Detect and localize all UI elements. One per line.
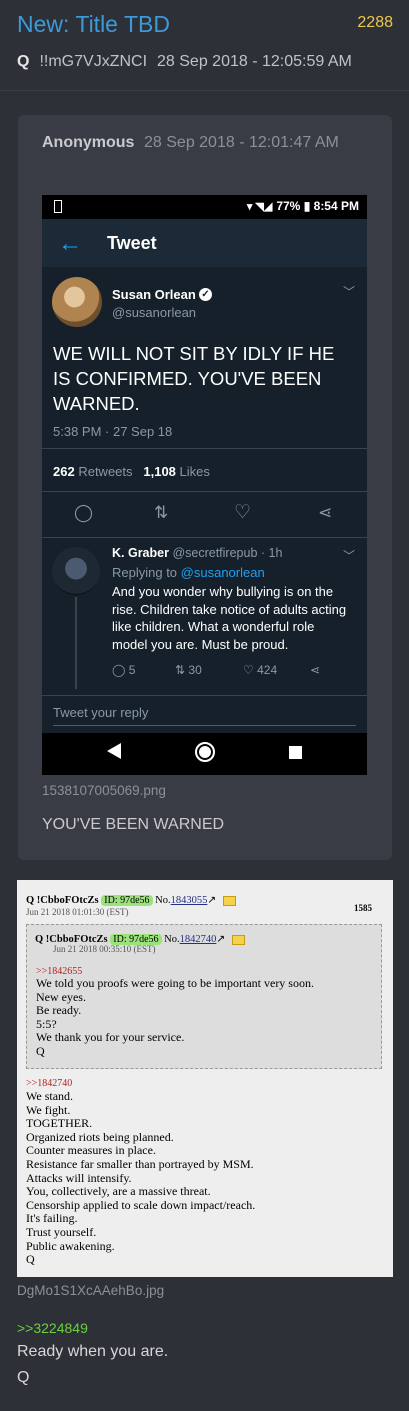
tweet-header-title: Tweet — [107, 233, 157, 253]
reply-retweet-count: ⇅ 30 — [175, 663, 202, 677]
status-time: 8:54 PM — [313, 199, 359, 213]
chan-id-badge: ID: 97de56 — [101, 895, 153, 906]
retweet-icon: ⇅ — [175, 663, 186, 677]
tweet-author-name: Susan Orlean — [112, 287, 196, 302]
battery-saver-icon — [54, 200, 62, 213]
replying-to: Replying to @susanorlean — [112, 565, 265, 580]
quoted-author: Anonymous — [42, 134, 135, 151]
header-divider — [0, 90, 409, 91]
chan-inner-no-label: No. — [164, 934, 180, 945]
post-tripcode: !!mG7VJxZNCI — [39, 53, 148, 70]
tweet-time: 5:38 PM · 27 Sep 18 — [53, 424, 173, 439]
tweet-screenshot-image[interactable]: ▾ ◥◢ 77% ▮ 8:54 PM ← Tweet Susan Orlean ✓… — [42, 195, 367, 775]
reply-like-count: ♡ 424 — [243, 663, 277, 677]
chan-reference: >>1842740 — [26, 1078, 73, 1089]
chan-screenshot-image[interactable]: Q !CbboFOtcZs ID: 97de56 No.1843055↗ Jun… — [17, 880, 393, 1277]
like-count: 1,108 — [143, 464, 176, 479]
folder-icon — [222, 895, 236, 906]
chan-date: Jun 21 2018 01:01:30 (EST) — [26, 907, 129, 917]
post-number[interactable]: 2288 — [357, 14, 393, 32]
quoted-caption: YOU'VE BEEN WARNED — [42, 816, 225, 833]
chan-post-no: 1843055 — [170, 895, 208, 906]
reply-likes-value: 424 — [257, 663, 278, 677]
reply-avatar — [52, 547, 100, 595]
post-title: New: Title TBD — [17, 11, 170, 37]
chan-body: We stand. We fight. TOGETHER. Organized … — [26, 1089, 256, 1267]
chan-no-label: No. — [155, 895, 171, 906]
divider — [42, 491, 367, 492]
chan-inner-date: Jun 21 2018 00:35:10 (EST) — [53, 944, 156, 954]
divider — [42, 448, 367, 449]
heart-icon: ♡ — [234, 502, 252, 523]
image-filename-link[interactable]: 1538107005069.png — [42, 783, 166, 798]
verified-badge-icon: ✓ — [199, 288, 212, 301]
reply-retweets-value: 30 — [188, 663, 202, 677]
reply-count: ◯ 5 — [112, 663, 135, 677]
tweet-text: WE WILL NOT SIT BY IDLY IF HE IS CONFIRM… — [53, 343, 335, 414]
reply-input-underline — [53, 725, 356, 726]
share-icon: ⋖ — [318, 503, 333, 522]
chan-post-header: Q !CbboFOtcZs ID: 97de56 No.1843055↗ — [26, 894, 236, 906]
reply-replies-value: 5 — [128, 663, 136, 677]
retweets-label: Retweets — [78, 464, 133, 479]
folder-icon — [231, 934, 245, 945]
heart-icon: ♡ — [243, 663, 254, 677]
battery-percent: 77% — [276, 199, 301, 213]
reply-author-handle: @secretfirepub · 1h — [172, 546, 283, 560]
chan-count: 1585 — [354, 903, 372, 913]
external-link-icon: ↗ — [207, 895, 217, 906]
reply-icon: ◯ — [112, 663, 126, 677]
back-arrow-icon: ← — [58, 230, 82, 257]
reply-link[interactable]: >>3224849 — [17, 1320, 88, 1336]
reply-input-placeholder: Tweet your reply — [53, 705, 149, 720]
chan-inner-body: We told you proofs were going to be impo… — [36, 976, 314, 1058]
post-timestamp: 28 Sep 2018 - 12:05:59 AM — [157, 53, 352, 70]
reply-author: K. Graber @secretfirepub · 1h — [112, 546, 282, 560]
tweet-top-bar: ← Tweet — [42, 219, 367, 267]
nav-back-icon — [107, 743, 121, 759]
phone-status-bar: ▾ ◥◢ 77% ▮ 8:54 PM — [42, 195, 367, 219]
tweet-stats: 262 Retweets 1,108 Likes — [53, 464, 210, 479]
chevron-down-icon: ﹀ — [342, 285, 355, 299]
likes-label: Likes — [179, 464, 210, 479]
post-author: Q — [17, 53, 30, 70]
retweet-icon: ⇅ — [154, 503, 169, 522]
reply-icon: ◯ — [74, 503, 94, 522]
nav-recents-icon — [289, 746, 302, 759]
signal-icon: ▾ ◥◢ — [246, 201, 273, 213]
chevron-down-icon: ﹀ — [342, 549, 355, 563]
tweet-author-handle: @susanorlean — [112, 305, 197, 320]
post-signature: Q — [17, 1369, 30, 1386]
reply-text: And you wonder why bullying is on the ri… — [112, 584, 347, 652]
post-author-line: Q !!mG7VJxZNCI 28 Sep 2018 - 12:05:59 AM — [17, 53, 352, 71]
chan-inner-post-no: 1842740 — [179, 934, 217, 945]
thread-line — [75, 597, 77, 689]
share-icon: ⋖ — [310, 663, 321, 677]
divider — [42, 537, 367, 538]
nav-home-icon — [195, 742, 215, 762]
author-avatar — [52, 277, 102, 327]
android-nav-bar — [42, 733, 367, 775]
replying-to-handle: @susanorlean — [180, 565, 265, 580]
chan-trip: Q !CbboFOtcZs — [26, 895, 99, 906]
external-link-icon: ↗ — [216, 934, 226, 945]
replying-to-label: Replying to — [112, 565, 178, 580]
quoted-timestamp: 28 Sep 2018 - 12:01:47 AM — [144, 134, 339, 151]
image-filename-link[interactable]: DgMo1S1XcAAehBo.jpg — [17, 1283, 164, 1298]
divider — [42, 695, 367, 696]
post-body-line: Ready when you are. — [17, 1343, 169, 1360]
retweet-count: 262 — [53, 464, 75, 479]
reply-author-name: K. Graber — [112, 546, 169, 560]
